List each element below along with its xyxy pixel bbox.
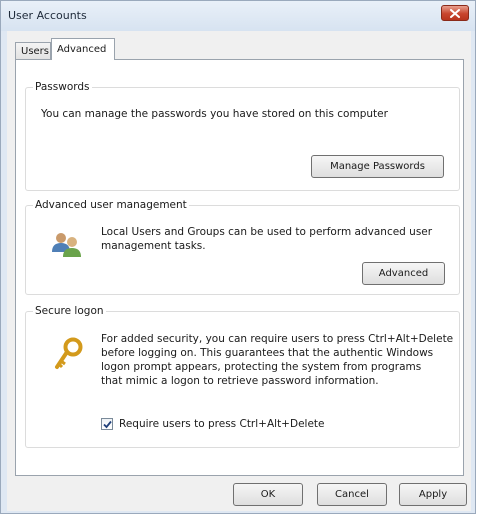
title-bar[interactable]: User Accounts bbox=[1, 1, 475, 31]
secure-logon-desc-1: For added security, you can require user… bbox=[101, 333, 454, 345]
secure-logon-desc-3: logon prompt appears, protecting the sys… bbox=[101, 361, 422, 373]
secure-logon-desc-2: before logging on. This guarantees that … bbox=[101, 347, 434, 359]
close-button[interactable] bbox=[441, 5, 469, 21]
tab-advanced[interactable]: Advanced bbox=[51, 38, 115, 60]
apply-button[interactable]: Apply bbox=[399, 483, 467, 506]
users-icon bbox=[50, 230, 84, 263]
advanced-user-management-group: Advanced user management Local Users and… bbox=[25, 199, 460, 295]
advanced-management-desc-2: management tasks. bbox=[101, 240, 206, 252]
tab-users[interactable]: Users bbox=[15, 42, 51, 59]
advanced-management-legend: Advanced user management bbox=[33, 199, 189, 211]
passwords-group: Passwords You can manage the passwords y… bbox=[25, 81, 460, 191]
require-ctrl-alt-delete-checkbox[interactable] bbox=[101, 418, 113, 430]
ok-button[interactable]: OK bbox=[233, 483, 303, 506]
require-ctrl-alt-delete-label[interactable]: Require users to press Ctrl+Alt+Delete bbox=[119, 417, 324, 431]
key-icon bbox=[54, 337, 84, 374]
secure-logon-legend: Secure logon bbox=[33, 305, 106, 317]
advanced-management-desc-1: Local Users and Groups can be used to pe… bbox=[101, 226, 433, 238]
passwords-description: You can manage the passwords you have st… bbox=[41, 108, 388, 120]
window-title: User Accounts bbox=[8, 9, 87, 22]
passwords-legend: Passwords bbox=[33, 81, 92, 93]
cancel-button[interactable]: Cancel bbox=[317, 483, 387, 506]
close-icon bbox=[450, 9, 460, 18]
secure-logon-desc-4: that mimic a logon to retrieve password … bbox=[101, 375, 379, 387]
advanced-button[interactable]: Advanced bbox=[362, 262, 445, 285]
manage-passwords-button[interactable]: Manage Passwords bbox=[311, 155, 444, 178]
secure-logon-group: Secure logon For added security, you can… bbox=[25, 305, 460, 448]
checkmark-icon bbox=[103, 420, 112, 429]
